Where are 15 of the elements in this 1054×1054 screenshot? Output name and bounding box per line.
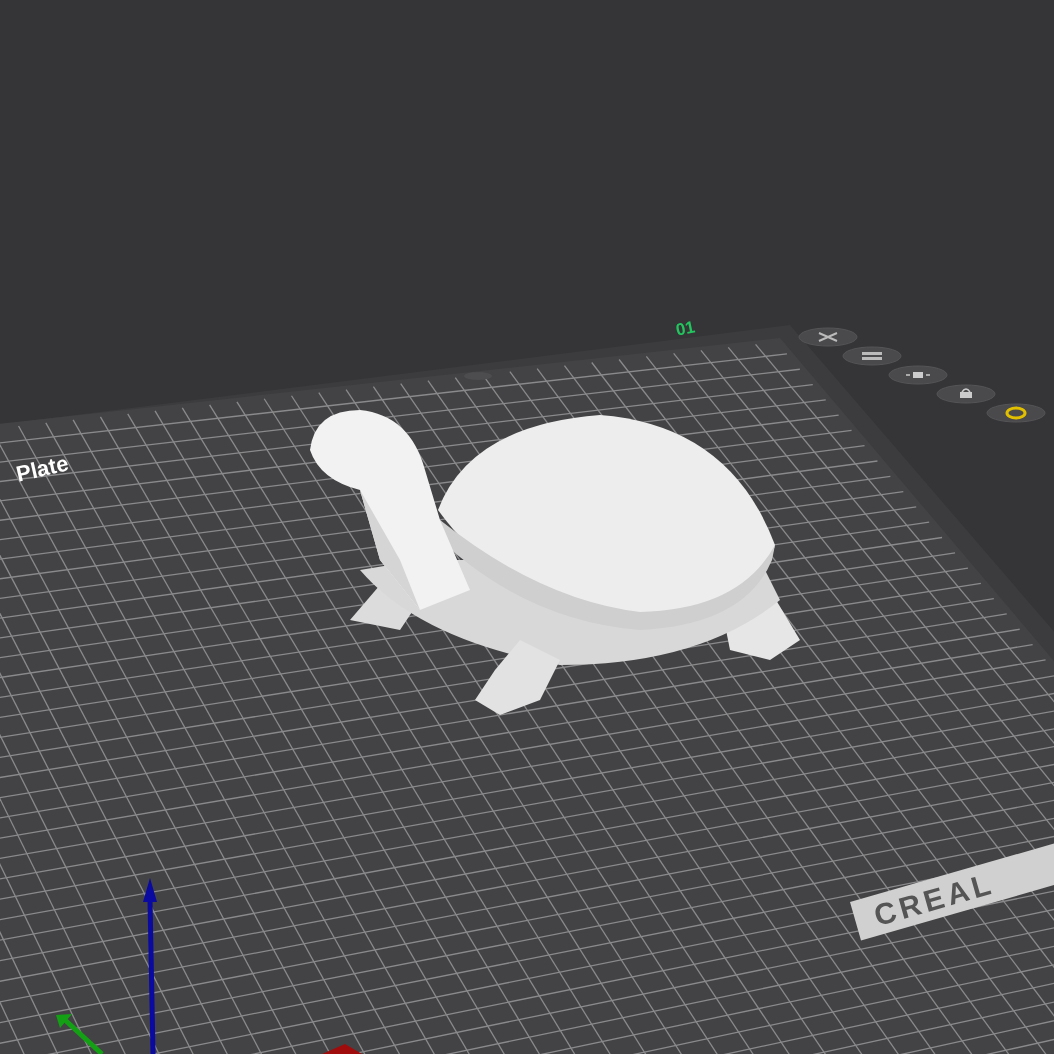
lock-plate-button[interactable] (936, 384, 996, 404)
list-icon (862, 352, 882, 360)
plate-handle[interactable] (464, 372, 492, 380)
lock-icon (960, 388, 972, 398)
list-plate-button[interactable] (842, 346, 902, 366)
plate-number: 01 (673, 316, 698, 342)
close-plate-button[interactable] (798, 327, 858, 347)
plate-label: Plate (12, 449, 72, 489)
close-icon (818, 332, 838, 342)
y-axis-arrow (56, 1014, 104, 1054)
settings-plate-button[interactable] (986, 403, 1046, 423)
bed-logo-text: CREAL (869, 864, 999, 934)
x-axis-arrow (322, 1044, 362, 1054)
turtle-model-drawing[interactable] (310, 410, 800, 715)
orient-plate-button[interactable] (888, 365, 948, 385)
